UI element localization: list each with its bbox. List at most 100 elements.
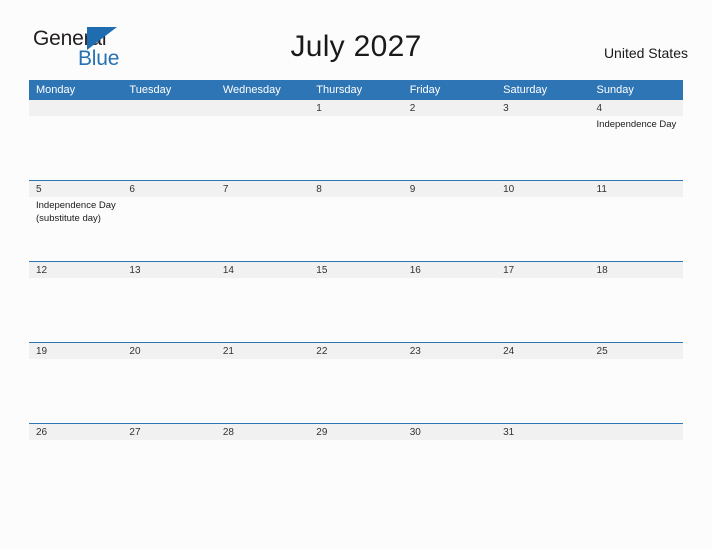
day-number: 4	[589, 100, 683, 116]
day-number: 18	[589, 262, 683, 278]
day-number: 21	[215, 343, 310, 359]
day-cell-content: 20	[122, 343, 216, 423]
calendar-day-cell[interactable]: 9	[402, 180, 497, 262]
day-cell-content: 6	[122, 181, 216, 261]
calendar-body: 1 2 3 4 Independence Day 5 Independence Day (su…	[29, 100, 683, 504]
day-number: 20	[122, 343, 216, 359]
day-cell-content: 29	[309, 424, 403, 504]
day-number: 3	[496, 100, 590, 116]
day-cell-content: 10	[496, 181, 590, 261]
day-cell-content: 7	[215, 181, 310, 261]
day-events: Independence Day (substitute day)	[29, 197, 122, 225]
day-cell-content: 1	[309, 100, 403, 180]
day-number: 29	[309, 424, 403, 440]
day-cell-content: 9	[402, 181, 497, 261]
day-number	[29, 100, 123, 116]
day-cell-content: 8	[309, 181, 403, 261]
day-events: Independence Day	[590, 116, 683, 131]
calendar-weekday-header-row: Monday Tuesday Wednesday Thursday Friday Satu…	[29, 80, 683, 100]
calendar-day-cell[interactable]: 12	[29, 261, 123, 343]
day-cell-content: 23	[402, 343, 497, 423]
calendar-day-cell[interactable]: 23	[402, 342, 497, 424]
calendar-day-cell[interactable]: 25	[589, 342, 683, 424]
day-number: 9	[402, 181, 497, 197]
calendar-day-cell[interactable]: 26	[29, 423, 123, 504]
calendar-day-cell[interactable]: 10	[496, 180, 590, 262]
day-number: 30	[402, 424, 497, 440]
calendar-day-cell[interactable]: 28	[215, 423, 310, 504]
day-cell-content: 17	[496, 262, 590, 342]
day-number: 24	[496, 343, 590, 359]
day-cell-content: 12	[29, 262, 123, 342]
calendar-day-cell[interactable]: 5 Independence Day (substitute day)	[29, 180, 123, 262]
calendar-day-cell[interactable]: 7	[215, 180, 310, 262]
calendar-day-cell[interactable]: 24	[496, 342, 590, 424]
calendar-day-cell[interactable]: 22	[309, 342, 403, 424]
day-cell-content: 25	[589, 343, 683, 423]
calendar-day-cell[interactable]: 30	[402, 423, 497, 504]
day-number	[215, 100, 310, 116]
day-cell-content: 2	[402, 100, 497, 180]
day-number: 14	[215, 262, 310, 278]
calendar-day-cell[interactable]: 2	[402, 100, 497, 181]
day-number: 26	[29, 424, 123, 440]
day-number: 16	[402, 262, 497, 278]
holiday-label: Independence Day	[36, 200, 116, 211]
calendar-day-cell[interactable]: 16	[402, 261, 497, 343]
calendar-day-cell[interactable]: 8	[309, 180, 403, 262]
country-label: United States	[603, 45, 688, 61]
calendar-week-row: 19 20 21 22 23 24 25	[29, 342, 683, 424]
day-number: 23	[402, 343, 497, 359]
calendar-day-cell[interactable]: 17	[496, 261, 590, 343]
calendar-day-cell[interactable]: 20	[122, 342, 216, 424]
day-number: 15	[309, 262, 403, 278]
calendar-day-cell[interactable]: 19	[29, 342, 123, 424]
weekday-header-monday: Monday	[29, 80, 123, 100]
day-number: 5	[29, 181, 123, 197]
day-cell-content	[29, 100, 123, 180]
calendar-day-cell-empty	[589, 423, 683, 504]
calendar-day-cell[interactable]: 31	[496, 423, 590, 504]
day-cell-content: 4 Independence Day	[589, 100, 683, 180]
holiday-label: (substitute day)	[36, 213, 101, 224]
calendar-day-cell-empty	[29, 100, 123, 181]
weekday-header-wednesday: Wednesday	[215, 80, 310, 100]
day-number: 31	[496, 424, 590, 440]
calendar-day-cell[interactable]: 1	[309, 100, 403, 181]
day-cell-content: 24	[496, 343, 590, 423]
day-cell-content: 21	[215, 343, 310, 423]
day-number: 22	[309, 343, 403, 359]
calendar-day-cell[interactable]: 27	[122, 423, 216, 504]
calendar-day-cell[interactable]: 21	[215, 342, 310, 424]
weekday-header-tuesday: Tuesday	[122, 80, 216, 100]
day-cell-content: 15	[309, 262, 403, 342]
calendar-day-cell[interactable]: 3	[496, 100, 590, 181]
calendar-day-cell[interactable]: 6	[122, 180, 216, 262]
day-cell-content: 16	[402, 262, 497, 342]
day-number	[589, 424, 683, 440]
calendar-day-cell[interactable]: 11	[589, 180, 683, 262]
day-cell-content: 28	[215, 424, 310, 504]
day-cell-content: 26	[29, 424, 123, 504]
calendar-day-cell[interactable]: 14	[215, 261, 310, 343]
calendar-day-cell[interactable]: 13	[122, 261, 216, 343]
calendar-day-cell[interactable]: 4 Independence Day	[589, 100, 683, 181]
day-cell-content: 30	[402, 424, 497, 504]
calendar-grid: Monday Tuesday Wednesday Thursday Friday Satu…	[29, 80, 683, 504]
day-number	[122, 100, 216, 116]
calendar-day-cell[interactable]: 29	[309, 423, 403, 504]
weekday-header-friday: Friday	[402, 80, 497, 100]
calendar-day-cell[interactable]: 18	[589, 261, 683, 343]
day-cell-content	[215, 100, 310, 180]
calendar-day-cell-empty	[215, 100, 310, 181]
calendar-week-row: 5 Independence Day (substitute day) 6 7 8 9 10 1…	[29, 180, 683, 262]
day-number: 19	[29, 343, 123, 359]
day-number: 12	[29, 262, 123, 278]
day-number: 13	[122, 262, 216, 278]
day-number: 7	[215, 181, 310, 197]
calendar-day-cell[interactable]: 15	[309, 261, 403, 343]
page-header: General Blue July 2027 United States	[0, 0, 712, 80]
calendar-day-cell-empty	[122, 100, 216, 181]
weekday-header-thursday: Thursday	[309, 80, 403, 100]
day-number: 28	[215, 424, 310, 440]
